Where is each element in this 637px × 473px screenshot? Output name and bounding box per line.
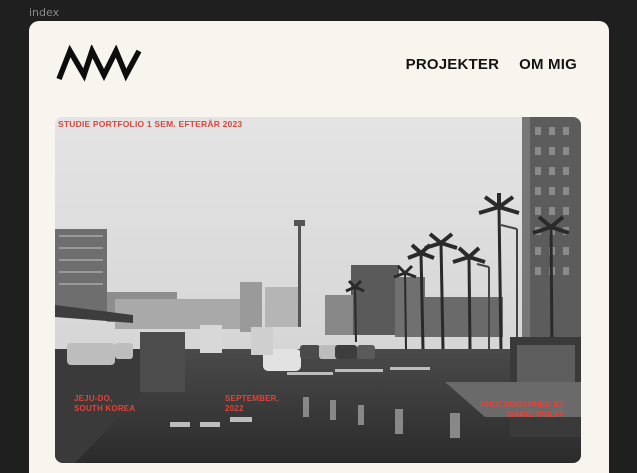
mw-logo[interactable] <box>56 45 142 83</box>
portfolio-subtitle: STUDIE PORTFOLIO 1 SEM. EFTERÅR 2023 <box>58 119 243 129</box>
hero-photo: JEJU-DO, SOUTH KOREA SEPTEMBER, 2022 PHO… <box>55 117 581 463</box>
photographer-caption: PHOTOGRAPHED BY MARIE WULFF <box>480 400 565 419</box>
nav-link-projects[interactable]: PROJEKTER <box>406 56 500 73</box>
page: PROJEKTER OM MIG JEJU-DO, SOUTH KOREA SE… <box>29 21 609 473</box>
frame-label: index <box>29 6 60 19</box>
date-caption: SEPTEMBER, 2022 <box>225 394 280 413</box>
location-caption: JEJU-DO, SOUTH KOREA <box>74 394 136 413</box>
main-nav: PROJEKTER OM MIG <box>406 56 577 73</box>
nav-link-about[interactable]: OM MIG <box>519 56 577 73</box>
